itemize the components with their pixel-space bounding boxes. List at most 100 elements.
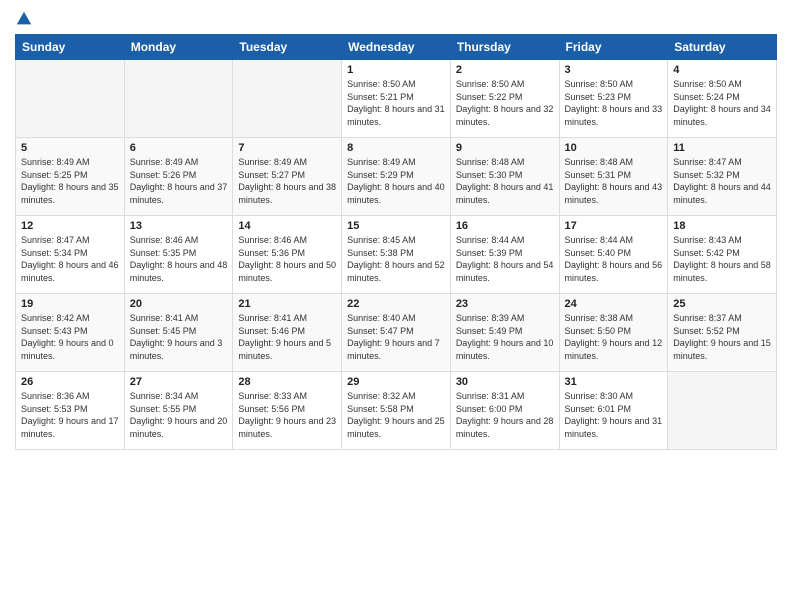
- day-cell: 26 Sunrise: 8:36 AMSunset: 5:53 PMDayligh…: [16, 372, 125, 450]
- day-number: 17: [565, 220, 663, 232]
- day-cell: 3Sunrise: 8:50 AMSunset: 5:23 PMDaylight…: [559, 60, 668, 138]
- day-cell: 27 Sunrise: 8:34 AMSunset: 5:55 PMDayligh…: [124, 372, 233, 450]
- day-cell: 24 Sunrise: 8:38 AMSunset: 5:50 PMDayligh…: [559, 294, 668, 372]
- day-number: 24: [565, 298, 663, 310]
- day-info: Sunrise: 8:50 AMSunset: 5:21 PMDaylight:…: [347, 78, 445, 128]
- day-cell: [16, 60, 125, 138]
- day-info: Sunrise: 8:41 AMSunset: 5:46 PMDaylight:…: [238, 312, 336, 362]
- day-cell: 29 Sunrise: 8:32 AMSunset: 5:58 PMDayligh…: [342, 372, 451, 450]
- day-cell: 12Sunrise: 8:47 AMSunset: 5:34 PMDayligh…: [16, 216, 125, 294]
- week-row-1: 1 Sunrise: 8:50 AMSunset: 5:21 PMDaylight…: [16, 60, 777, 138]
- day-info: Sunrise: 8:34 AMSunset: 5:55 PMDaylight:…: [130, 390, 228, 440]
- day-number: 9: [456, 142, 554, 154]
- day-cell: 17 Sunrise: 8:44 AMSunset: 5:40 PMDayligh…: [559, 216, 668, 294]
- weekday-header-tuesday: Tuesday: [233, 35, 342, 60]
- day-info: Sunrise: 8:37 AMSunset: 5:52 PMDaylight:…: [673, 312, 771, 362]
- day-number: 6: [130, 142, 228, 154]
- day-number: 25: [673, 298, 771, 310]
- day-cell: 9 Sunrise: 8:48 AMSunset: 5:30 PMDaylight…: [450, 138, 559, 216]
- day-number: 5: [21, 142, 119, 154]
- day-cell: 5 Sunrise: 8:49 AMSunset: 5:25 PMDaylight…: [16, 138, 125, 216]
- day-cell: 30Sunrise: 8:31 AMSunset: 6:00 PMDayligh…: [450, 372, 559, 450]
- day-cell: 4Sunrise: 8:50 AMSunset: 5:24 PMDaylight…: [668, 60, 777, 138]
- day-number: 7: [238, 142, 336, 154]
- day-cell: 28 Sunrise: 8:33 AMSunset: 5:56 PMDayligh…: [233, 372, 342, 450]
- calendar-table: SundayMondayTuesdayWednesdayThursdayFrid…: [15, 34, 777, 450]
- week-row-3: 12Sunrise: 8:47 AMSunset: 5:34 PMDayligh…: [16, 216, 777, 294]
- day-info: Sunrise: 8:45 AMSunset: 5:38 PMDaylight:…: [347, 234, 445, 284]
- logo: [15, 10, 33, 28]
- day-cell: [233, 60, 342, 138]
- day-number: 3: [565, 64, 663, 76]
- day-cell: 6Sunrise: 8:49 AMSunset: 5:26 PMDaylight…: [124, 138, 233, 216]
- day-number: 26: [21, 376, 119, 388]
- day-info: Sunrise: 8:41 AMSunset: 5:45 PMDaylight:…: [130, 312, 228, 362]
- day-info: Sunrise: 8:43 AMSunset: 5:42 PMDaylight:…: [673, 234, 771, 284]
- header: [15, 10, 777, 28]
- weekday-header-thursday: Thursday: [450, 35, 559, 60]
- day-info: Sunrise: 8:47 AMSunset: 5:34 PMDaylight:…: [21, 234, 119, 284]
- calendar-container: SundayMondayTuesdayWednesdayThursdayFrid…: [0, 0, 792, 612]
- day-cell: 11 Sunrise: 8:47 AMSunset: 5:32 PMDayligh…: [668, 138, 777, 216]
- week-row-5: 26 Sunrise: 8:36 AMSunset: 5:53 PMDayligh…: [16, 372, 777, 450]
- day-cell: [124, 60, 233, 138]
- day-info: Sunrise: 8:32 AMSunset: 5:58 PMDaylight:…: [347, 390, 445, 440]
- day-cell: 23 Sunrise: 8:39 AMSunset: 5:49 PMDayligh…: [450, 294, 559, 372]
- day-number: 21: [238, 298, 336, 310]
- day-cell: 16 Sunrise: 8:44 AMSunset: 5:39 PMDayligh…: [450, 216, 559, 294]
- day-cell: 7 Sunrise: 8:49 AMSunset: 5:27 PMDaylight…: [233, 138, 342, 216]
- day-number: 31: [565, 376, 663, 388]
- week-row-2: 5 Sunrise: 8:49 AMSunset: 5:25 PMDaylight…: [16, 138, 777, 216]
- day-info: Sunrise: 8:49 AMSunset: 5:27 PMDaylight:…: [238, 156, 336, 206]
- weekday-header-sunday: Sunday: [16, 35, 125, 60]
- day-number: 13: [130, 220, 228, 232]
- day-cell: 8 Sunrise: 8:49 AMSunset: 5:29 PMDaylight…: [342, 138, 451, 216]
- weekday-header-monday: Monday: [124, 35, 233, 60]
- day-number: 1: [347, 64, 445, 76]
- day-info: Sunrise: 8:30 AMSunset: 6:01 PMDaylight:…: [565, 390, 663, 440]
- day-cell: 2 Sunrise: 8:50 AMSunset: 5:22 PMDaylight…: [450, 60, 559, 138]
- day-number: 28: [238, 376, 336, 388]
- day-info: Sunrise: 8:36 AMSunset: 5:53 PMDaylight:…: [21, 390, 119, 440]
- day-info: Sunrise: 8:50 AMSunset: 5:22 PMDaylight:…: [456, 78, 554, 128]
- weekday-header-saturday: Saturday: [668, 35, 777, 60]
- day-number: 22: [347, 298, 445, 310]
- day-cell: 1 Sunrise: 8:50 AMSunset: 5:21 PMDaylight…: [342, 60, 451, 138]
- day-cell: 22 Sunrise: 8:40 AMSunset: 5:47 PMDayligh…: [342, 294, 451, 372]
- day-number: 20: [130, 298, 228, 310]
- day-info: Sunrise: 8:48 AMSunset: 5:30 PMDaylight:…: [456, 156, 554, 206]
- day-number: 8: [347, 142, 445, 154]
- day-number: 23: [456, 298, 554, 310]
- day-cell: 21 Sunrise: 8:41 AMSunset: 5:46 PMDayligh…: [233, 294, 342, 372]
- day-number: 2: [456, 64, 554, 76]
- day-info: Sunrise: 8:44 AMSunset: 5:40 PMDaylight:…: [565, 234, 663, 284]
- day-info: Sunrise: 8:47 AMSunset: 5:32 PMDaylight:…: [673, 156, 771, 206]
- day-number: 14: [238, 220, 336, 232]
- day-info: Sunrise: 8:39 AMSunset: 5:49 PMDaylight:…: [456, 312, 554, 362]
- weekday-header-row: SundayMondayTuesdayWednesdayThursdayFrid…: [16, 35, 777, 60]
- day-info: Sunrise: 8:31 AMSunset: 6:00 PMDaylight:…: [456, 390, 554, 440]
- day-info: Sunrise: 8:42 AMSunset: 5:43 PMDaylight:…: [21, 312, 119, 362]
- day-number: 18: [673, 220, 771, 232]
- day-number: 10: [565, 142, 663, 154]
- day-number: 27: [130, 376, 228, 388]
- day-info: Sunrise: 8:48 AMSunset: 5:31 PMDaylight:…: [565, 156, 663, 206]
- day-cell: 18 Sunrise: 8:43 AMSunset: 5:42 PMDayligh…: [668, 216, 777, 294]
- day-number: 11: [673, 142, 771, 154]
- day-info: Sunrise: 8:38 AMSunset: 5:50 PMDaylight:…: [565, 312, 663, 362]
- day-number: 19: [21, 298, 119, 310]
- day-cell: 31 Sunrise: 8:30 AMSunset: 6:01 PMDayligh…: [559, 372, 668, 450]
- day-info: Sunrise: 8:33 AMSunset: 5:56 PMDaylight:…: [238, 390, 336, 440]
- day-info: Sunrise: 8:49 AMSunset: 5:25 PMDaylight:…: [21, 156, 119, 206]
- day-number: 16: [456, 220, 554, 232]
- day-cell: 20 Sunrise: 8:41 AMSunset: 5:45 PMDayligh…: [124, 294, 233, 372]
- day-info: Sunrise: 8:40 AMSunset: 5:47 PMDaylight:…: [347, 312, 445, 362]
- day-number: 29: [347, 376, 445, 388]
- day-info: Sunrise: 8:44 AMSunset: 5:39 PMDaylight:…: [456, 234, 554, 284]
- day-info: Sunrise: 8:49 AMSunset: 5:29 PMDaylight:…: [347, 156, 445, 206]
- day-cell: 10 Sunrise: 8:48 AMSunset: 5:31 PMDayligh…: [559, 138, 668, 216]
- logo-general: [15, 10, 33, 28]
- day-info: Sunrise: 8:46 AMSunset: 5:35 PMDaylight:…: [130, 234, 228, 284]
- weekday-header-friday: Friday: [559, 35, 668, 60]
- day-info: Sunrise: 8:50 AMSunset: 5:24 PMDaylight:…: [673, 78, 771, 128]
